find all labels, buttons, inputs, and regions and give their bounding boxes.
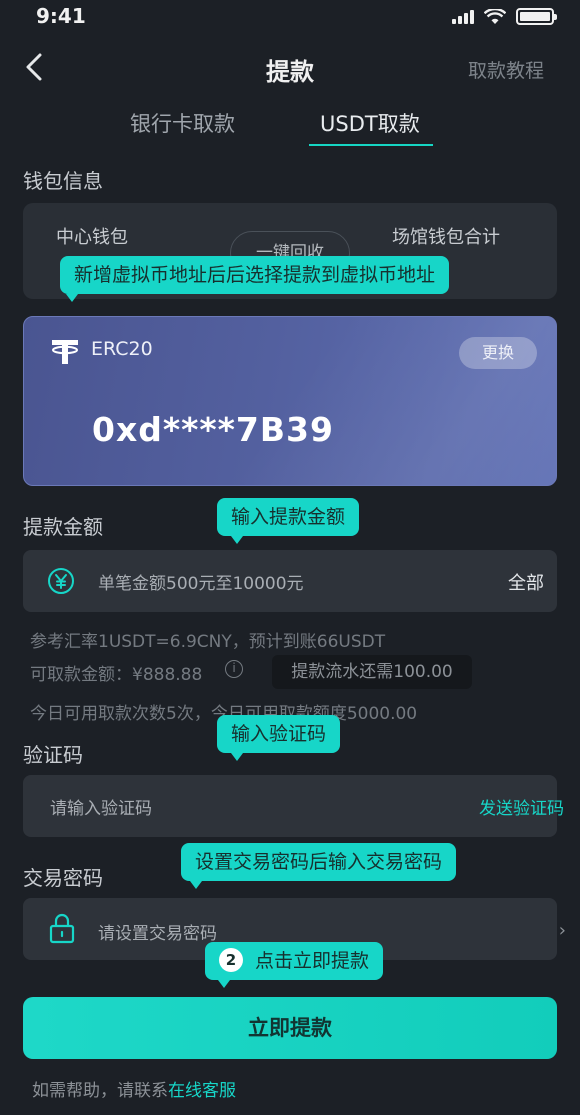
trade-password-input[interactable]: 请设置交易密码 bbox=[98, 919, 217, 944]
step-badge: 2 bbox=[219, 948, 243, 972]
yen-icon bbox=[48, 568, 74, 594]
network-label: ERC20 bbox=[91, 338, 153, 360]
address-tooltip: 新增虚拟币地址后后选择提款到虚拟币地址 bbox=[60, 256, 450, 294]
wallet-address: 0xd****7B39 bbox=[92, 410, 334, 449]
tether-icon bbox=[52, 340, 78, 364]
password-tooltip-arrow bbox=[190, 881, 202, 889]
submit-tooltip-arrow bbox=[218, 980, 230, 988]
verify-code-input[interactable]: 请输入验证码 bbox=[50, 794, 152, 819]
help-prefix: 如需帮助，请联系 bbox=[32, 1081, 168, 1101]
active-tab-indicator bbox=[309, 144, 433, 146]
venue-wallet-total-label: 场馆钱包合计 bbox=[392, 227, 500, 248]
help-line: 如需帮助，请联系在线客服 bbox=[32, 1076, 236, 1101]
submit-withdraw-button[interactable]: 立即提款 bbox=[23, 997, 557, 1059]
amount-label: 提款金额 bbox=[23, 515, 103, 539]
amount-tooltip: 输入提款金额 bbox=[217, 498, 360, 536]
tutorial-link[interactable]: 取款教程 bbox=[468, 56, 544, 83]
tab-usdt[interactable]: USDT取款 bbox=[320, 108, 420, 138]
chevron-right-icon: › bbox=[558, 920, 566, 941]
code-tooltip-arrow bbox=[231, 753, 243, 761]
trade-password-label: 交易密码 bbox=[23, 866, 103, 890]
submit-tooltip-text: 点击立即提款 bbox=[255, 950, 370, 972]
center-wallet-label: 中心钱包 bbox=[56, 227, 128, 248]
submit-tooltip: 2 点击立即提款 bbox=[205, 942, 384, 980]
code-tooltip: 输入验证码 bbox=[217, 715, 341, 753]
address-tooltip-arrow bbox=[66, 294, 78, 302]
battery-icon bbox=[516, 8, 557, 25]
wifi-icon bbox=[484, 8, 506, 24]
exchange-rate-info: 参考汇率1USDT=6.9CNY，预计到账66USDT bbox=[30, 632, 386, 652]
password-tooltip: 设置交易密码后输入交易密码 bbox=[181, 843, 457, 881]
withdrawable-amount: 可取款金额：¥888.88 bbox=[30, 665, 203, 685]
online-service-link[interactable]: 在线客服 bbox=[168, 1081, 236, 1101]
amount-input[interactable]: 单笔金额500元至10000元 bbox=[98, 569, 304, 594]
amount-tooltip-arrow bbox=[231, 536, 243, 544]
lock-icon bbox=[49, 913, 75, 944]
info-icon[interactable]: i bbox=[225, 660, 243, 678]
status-time: 9:41 bbox=[36, 4, 86, 28]
status-icons bbox=[452, 8, 557, 25]
change-address-button[interactable]: 更换 bbox=[459, 337, 537, 369]
turnover-tooltip: 提款流水还需100.00 bbox=[272, 655, 472, 689]
send-code-button[interactable]: 发送验证码 bbox=[479, 794, 564, 819]
verify-code-label: 验证码 bbox=[23, 743, 83, 767]
wallet-info-label: 钱包信息 bbox=[23, 169, 103, 193]
tab-bank-card[interactable]: 银行卡取款 bbox=[130, 108, 235, 138]
signal-icon bbox=[452, 9, 474, 24]
all-amount-button[interactable]: 全部 bbox=[508, 569, 544, 595]
